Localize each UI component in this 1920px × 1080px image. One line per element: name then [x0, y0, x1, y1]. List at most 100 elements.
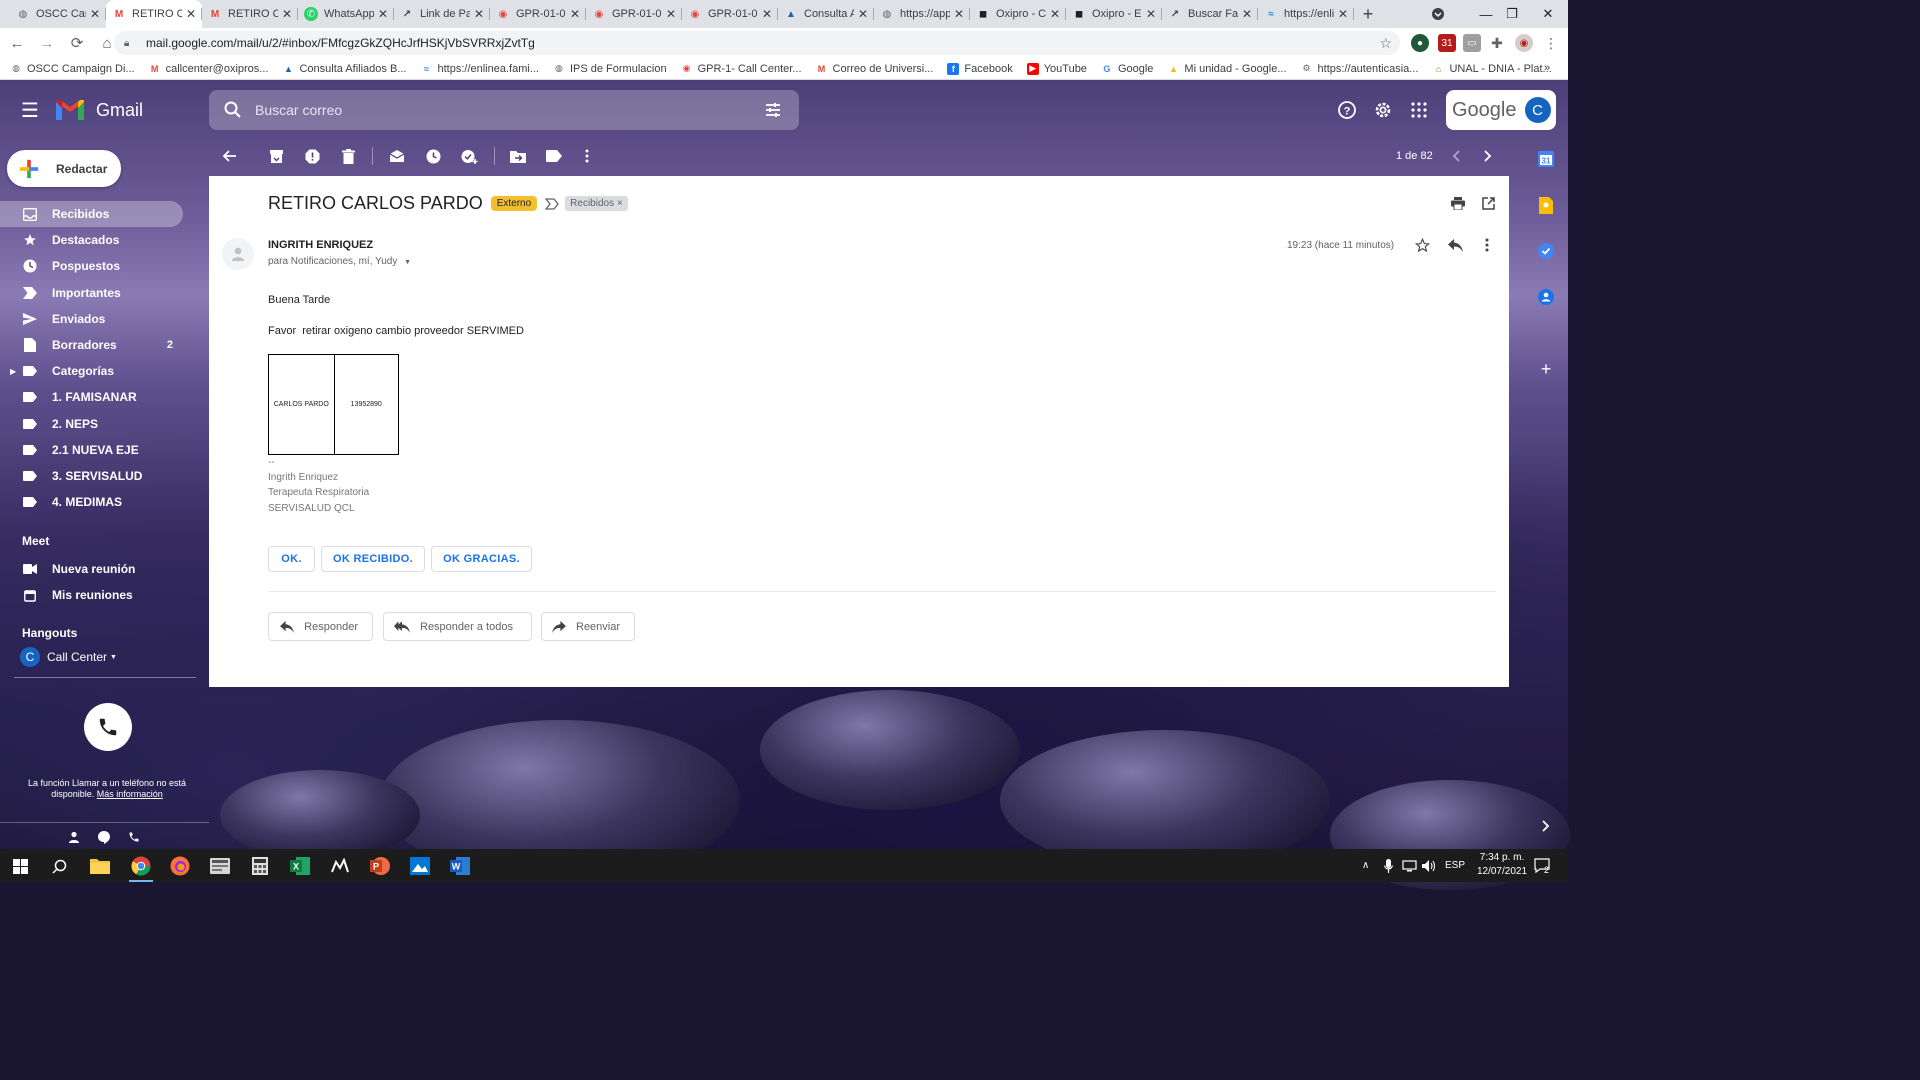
- my-meetings-item[interactable]: Mis reuniones: [22, 587, 133, 603]
- more-actions-icon[interactable]: [578, 147, 596, 165]
- extension-icon[interactable]: ▭: [1463, 34, 1481, 52]
- bookmark-item[interactable]: ▶ YouTube: [1026, 62, 1087, 75]
- settings-gear-icon[interactable]: [1372, 99, 1394, 121]
- browser-tab[interactable]: M RETIRO CARLOS PARDO ✕: [106, 0, 202, 28]
- browser-tab[interactable]: ◉ GPR-01-01 ✕: [490, 0, 586, 28]
- close-tab-icon[interactable]: ✕: [762, 7, 772, 21]
- sidebar-item-borradores[interactable]: Borradores 2: [0, 332, 183, 358]
- forward-icon[interactable]: →: [34, 30, 60, 56]
- sidebar-item-categorías[interactable]: ▶ Categorías: [0, 358, 183, 384]
- bookmark-star-icon[interactable]: ☆: [1379, 35, 1392, 52]
- bookmark-item[interactable]: ◍ IPS de Formulacion: [553, 63, 667, 75]
- firefox-icon[interactable]: [168, 854, 192, 878]
- browser-tab[interactable]: ◉ GPR-01-03 ✕: [682, 0, 778, 28]
- hangouts-quote-icon[interactable]: [97, 830, 111, 844]
- back-to-inbox-icon[interactable]: [221, 147, 239, 165]
- browser-tab[interactable]: ↗ Buscar Facturas ✕: [1162, 0, 1258, 28]
- bookmark-item[interactable]: ⌂ UNAL - DNIA - Plat...: [1432, 63, 1552, 75]
- new-tab-button[interactable]: +: [1354, 0, 1382, 28]
- move-to-icon[interactable]: [509, 147, 527, 165]
- sidebar-item-pospuestos[interactable]: Pospuestos: [0, 253, 183, 279]
- extension-icon[interactable]: ●: [1411, 34, 1429, 52]
- label-icon[interactable]: [545, 147, 563, 165]
- app-icon[interactable]: [208, 854, 232, 878]
- delete-icon[interactable]: [339, 147, 357, 165]
- close-tab-icon[interactable]: ✕: [570, 7, 580, 21]
- bookmark-item[interactable]: ▲ Consulta Afiliados B...: [282, 63, 406, 75]
- browser-tab[interactable]: M RETIRO CARLOS PARDO ✕: [202, 0, 298, 28]
- browser-tab[interactable]: ◼ Oxipro - Clientes ✕: [970, 0, 1066, 28]
- google-keep-icon[interactable]: [1537, 196, 1555, 214]
- close-tab-icon[interactable]: ✕: [954, 7, 964, 21]
- tab-search-icon[interactable]: [1418, 0, 1458, 28]
- sidebar-item-2-1-nueva-eje[interactable]: 2.1 NUEVA EJE: [0, 437, 183, 463]
- open-new-window-icon[interactable]: [1480, 195, 1496, 211]
- google-calendar-icon[interactable]: 31: [1537, 150, 1555, 168]
- browser-tab[interactable]: ≈ https://enlinea ✕: [1258, 0, 1354, 28]
- restore-icon[interactable]: ❐: [1492, 0, 1532, 28]
- browser-tab[interactable]: ◍ https://app ✕: [874, 0, 970, 28]
- bookmark-item[interactable]: ⚙ https://autenticasia...: [1301, 63, 1419, 75]
- close-tab-icon[interactable]: ✕: [1050, 7, 1060, 21]
- snooze-clock-icon[interactable]: [424, 147, 442, 165]
- sidebar-item-importantes[interactable]: Importantes: [0, 280, 183, 306]
- browser-menu-icon[interactable]: ⋮: [1542, 34, 1560, 52]
- importance-marker-icon[interactable]: [545, 197, 560, 211]
- forward-button[interactable]: Reenviar: [541, 612, 635, 641]
- older-chevron-icon[interactable]: [1479, 147, 1497, 165]
- star-icon[interactable]: [1414, 237, 1430, 253]
- smart-reply-ok-gracias[interactable]: OK GRACIAS.: [431, 546, 532, 572]
- network-icon[interactable]: [1402, 849, 1417, 882]
- search-options-icon[interactable]: [763, 100, 783, 120]
- gmail-logo[interactable]: Gmail: [54, 97, 143, 123]
- browser-tab[interactable]: ◍ OSCC Campaign ✕: [10, 0, 106, 28]
- close-tab-icon[interactable]: ✕: [1338, 7, 1348, 21]
- windows-start-icon[interactable]: [8, 854, 32, 878]
- sidebar-item-3-servisalud[interactable]: 3. SERVISALUD: [0, 463, 183, 489]
- language-indicator[interactable]: ESP: [1445, 849, 1465, 882]
- search-input[interactable]: [255, 102, 763, 118]
- reply-icon[interactable]: [1447, 237, 1463, 253]
- sidebar-item-recibidos[interactable]: Recibidos: [0, 201, 183, 228]
- archive-icon[interactable]: [267, 147, 285, 165]
- sidebar-item-1-famisanar[interactable]: 1. FAMISANAR: [0, 384, 183, 410]
- compose-button[interactable]: Redactar: [7, 150, 121, 187]
- phone-icon[interactable]: [127, 830, 141, 844]
- add-to-tasks-icon[interactable]: [460, 147, 478, 165]
- search-bar[interactable]: [209, 90, 799, 130]
- print-icon[interactable]: [1450, 195, 1466, 211]
- person-icon[interactable]: [67, 830, 81, 844]
- calculator-icon[interactable]: [248, 854, 272, 878]
- browser-tab[interactable]: ✆ WhatsApp ✕: [298, 0, 394, 28]
- expand-caret-icon[interactable]: ▶: [10, 367, 16, 376]
- new-meeting-item[interactable]: Nueva reunión: [22, 561, 135, 577]
- word-icon[interactable]: W: [448, 854, 472, 878]
- newer-chevron-icon[interactable]: [1447, 147, 1465, 165]
- smart-reply-ok-recibido[interactable]: OK RECIBIDO.: [321, 546, 425, 572]
- close-window-icon[interactable]: ✕: [1528, 0, 1568, 28]
- bookmark-item[interactable]: G Google: [1101, 63, 1153, 75]
- powerpoint-icon[interactable]: P: [368, 854, 392, 878]
- browser-tab[interactable]: ↗ Link de Pago ✕: [394, 0, 490, 28]
- sidebar-item-enviados[interactable]: Enviados: [0, 306, 183, 332]
- bookmark-item[interactable]: ◉ GPR-1- Call Center...: [681, 63, 802, 75]
- reply-all-button[interactable]: Responder a todos: [383, 612, 532, 641]
- google-contacts-icon[interactable]: [1537, 288, 1555, 306]
- smart-reply-ok[interactable]: OK.: [268, 546, 315, 572]
- search-icon[interactable]: [223, 100, 243, 120]
- google-tasks-icon[interactable]: [1537, 242, 1555, 260]
- file-explorer-icon[interactable]: [88, 854, 112, 878]
- main-menu-icon[interactable]: ☰: [18, 98, 42, 122]
- reply-button[interactable]: Responder: [268, 612, 373, 641]
- hangouts-user[interactable]: C Call Center ▼: [20, 647, 117, 667]
- close-tab-icon[interactable]: ✕: [282, 7, 292, 21]
- bookmark-item[interactable]: ◍ OSCC Campaign Di...: [10, 63, 135, 75]
- bookmark-item[interactable]: ≈ https://enlinea.fami...: [420, 63, 539, 75]
- google-account-button[interactable]: Google C: [1446, 90, 1556, 130]
- sidebar-item-destacados[interactable]: Destacados: [0, 227, 183, 253]
- close-tab-icon[interactable]: ✕: [666, 7, 676, 21]
- more-info-link[interactable]: Más información: [97, 789, 163, 799]
- sidebar-item-2-neps[interactable]: 2. NEPS: [0, 411, 183, 437]
- close-tab-icon[interactable]: ✕: [1146, 7, 1156, 21]
- microphone-icon[interactable]: [1384, 849, 1393, 882]
